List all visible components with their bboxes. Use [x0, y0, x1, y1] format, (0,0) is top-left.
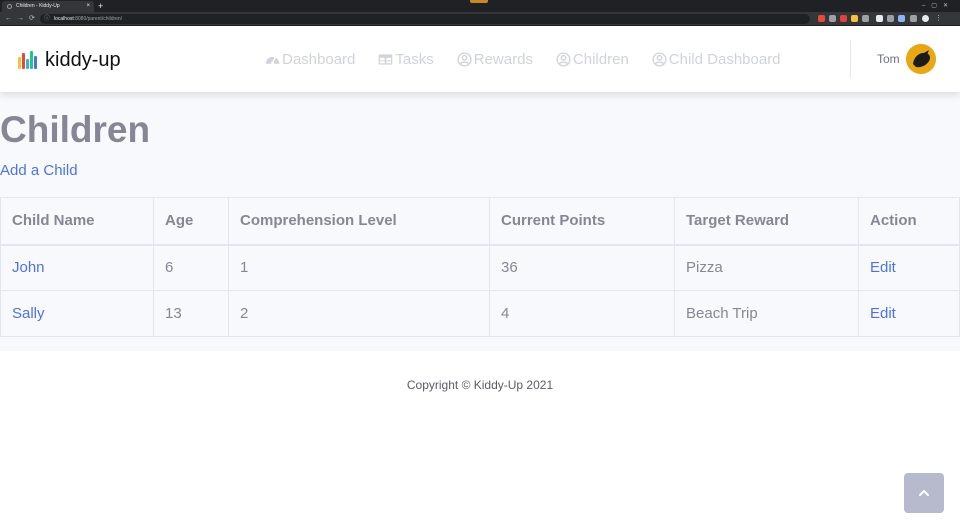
brand-name: kiddy-up	[45, 48, 121, 71]
column-header: Child Name	[0, 197, 154, 246]
globe-icon	[7, 4, 12, 9]
comprehension-level-cell: 1	[228, 244, 490, 291]
chevron-up-icon	[919, 490, 929, 496]
profile-chip[interactable]	[470, 0, 488, 3]
browser-tab-title: Children - Kiddy-Up	[16, 3, 60, 9]
extension-icon[interactable]	[851, 15, 858, 22]
top-navbar: kiddy-up Dashboard Tasks Rewards Childre…	[0, 26, 960, 92]
brand[interactable]: kiddy-up	[18, 48, 121, 72]
table-icon	[379, 53, 393, 65]
nav-item-label: Children	[572, 50, 629, 68]
nav-item-tasks[interactable]: Tasks	[377, 50, 434, 68]
user-menu[interactable]: Tom	[877, 44, 936, 74]
child-name-link[interactable]: John	[0, 244, 154, 291]
speedometer-icon	[265, 55, 280, 64]
table-row: Sally 13 2 4 Beach Trip Edit	[0, 290, 960, 337]
user-circle-icon	[652, 51, 667, 67]
avatar[interactable]	[905, 44, 936, 74]
address-url[interactable]: localhost:8080/parent/children/	[54, 14, 122, 24]
browser-tabstrip: Children - Kiddy-Up × + –▢✕	[0, 0, 960, 12]
profile-icon[interactable]	[922, 15, 929, 22]
add-child-link[interactable]: Add a Child	[0, 162, 78, 179]
nav-item-child-dashboard[interactable]: Child Dashboard	[651, 51, 781, 68]
age-cell: 13	[153, 290, 229, 337]
column-header: Action	[858, 197, 960, 246]
user-circle-icon	[556, 51, 571, 67]
more-menu-icon[interactable]: ⋮	[935, 12, 942, 26]
extension-icon[interactable]	[829, 15, 836, 22]
extension-icon[interactable]	[840, 15, 847, 22]
bar-chart-logo-icon	[18, 51, 37, 69]
scroll-to-top-button[interactable]	[904, 473, 944, 513]
table-header-row: Child Name Age Comprehension Level Curre…	[0, 197, 960, 246]
edit-link[interactable]: Edit	[858, 290, 960, 337]
column-header: Target Reward	[674, 197, 859, 246]
current-points-cell: 4	[489, 290, 675, 337]
user-name: Tom	[877, 52, 900, 66]
user-avatar-icon	[905, 44, 936, 74]
target-reward-cell: Pizza	[674, 244, 859, 291]
extension-icon[interactable]	[876, 15, 883, 22]
table-row: John 6 1 36 Pizza Edit	[0, 244, 960, 291]
extension-icon[interactable]	[818, 15, 825, 22]
user-circle-icon	[457, 51, 472, 67]
back-icon[interactable]: ←	[5, 12, 12, 26]
browser-tab[interactable]: Children - Kiddy-Up ×	[2, 1, 94, 12]
age-cell: 6	[153, 244, 229, 291]
nav-item-label: Dashboard	[282, 50, 356, 68]
new-tab-button[interactable]: +	[98, 0, 103, 12]
column-header: Comprehension Level	[228, 197, 490, 246]
info-icon[interactable]: ⓘ	[44, 14, 50, 24]
nav-item-label: Tasks	[395, 50, 434, 68]
children-table: Child Name Age Comprehension Level Curre…	[0, 197, 960, 337]
puzzle-icon[interactable]	[910, 15, 917, 22]
address-bar[interactable]: ⓘ localhost:8080/parent/children/	[40, 14, 810, 24]
main-nav: Dashboard Tasks Rewards Children Child D…	[264, 49, 803, 69]
browser-toolbar: ← → ⟳ ⓘ localhost:8080/parent/children/ …	[0, 12, 960, 26]
window-controls[interactable]: –▢✕	[922, 0, 954, 12]
main-content: Children Add a Child Child Name Age Comp…	[0, 92, 960, 351]
forward-icon[interactable]: →	[17, 12, 24, 26]
nav-divider	[850, 40, 851, 78]
nav-item-children[interactable]: Children	[555, 51, 629, 68]
reload-icon[interactable]: ⟳	[29, 12, 35, 26]
nav-item-label: Child Dashboard	[668, 50, 781, 68]
page-title: Children	[0, 109, 151, 150]
child-name-link[interactable]: Sally	[0, 290, 154, 337]
extension-icon[interactable]	[887, 15, 894, 22]
nav-item-rewards[interactable]: Rewards	[456, 51, 533, 68]
nav-item-dashboard[interactable]: Dashboard	[264, 51, 355, 68]
footer-copyright: Copyright © Kiddy-Up 2021	[406, 378, 554, 392]
edit-link[interactable]: Edit	[858, 244, 960, 291]
tab-close-icon[interactable]: ×	[86, 2, 90, 11]
column-header: Age	[153, 197, 229, 246]
extension-icon[interactable]	[862, 15, 869, 22]
extension-icon[interactable]	[898, 15, 905, 22]
nav-item-label: Rewards	[473, 50, 533, 68]
column-header: Current Points	[489, 197, 675, 246]
comprehension-level-cell: 2	[228, 290, 490, 337]
current-points-cell: 36	[489, 244, 675, 291]
target-reward-cell: Beach Trip	[674, 290, 859, 337]
